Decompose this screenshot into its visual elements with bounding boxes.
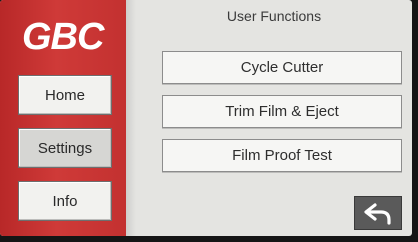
back-arrow-icon xyxy=(364,203,391,225)
sidebar: GBC Home Settings Info xyxy=(0,0,127,236)
film-proof-test-button[interactable]: Film Proof Test xyxy=(162,139,402,172)
page-title: User Functions xyxy=(226,8,322,24)
device-bezel: GBC Home Settings Info User Functions Cy… xyxy=(0,0,418,242)
home-button[interactable]: Home xyxy=(18,75,112,115)
main-panel: User Functions Cycle Cutter Trim Film & … xyxy=(136,0,412,236)
trim-film-eject-button[interactable]: Trim Film & Eject xyxy=(162,95,402,128)
back-button[interactable] xyxy=(354,196,402,230)
info-button[interactable]: Info xyxy=(18,181,112,221)
svg-text:GBC: GBC xyxy=(22,16,105,58)
settings-button[interactable]: Settings xyxy=(18,128,112,168)
sidebar-divider xyxy=(126,0,136,236)
cycle-cutter-button[interactable]: Cycle Cutter xyxy=(162,51,402,84)
gbc-logo: GBC xyxy=(22,16,106,58)
touch-screen: GBC Home Settings Info User Functions Cy… xyxy=(0,0,412,236)
